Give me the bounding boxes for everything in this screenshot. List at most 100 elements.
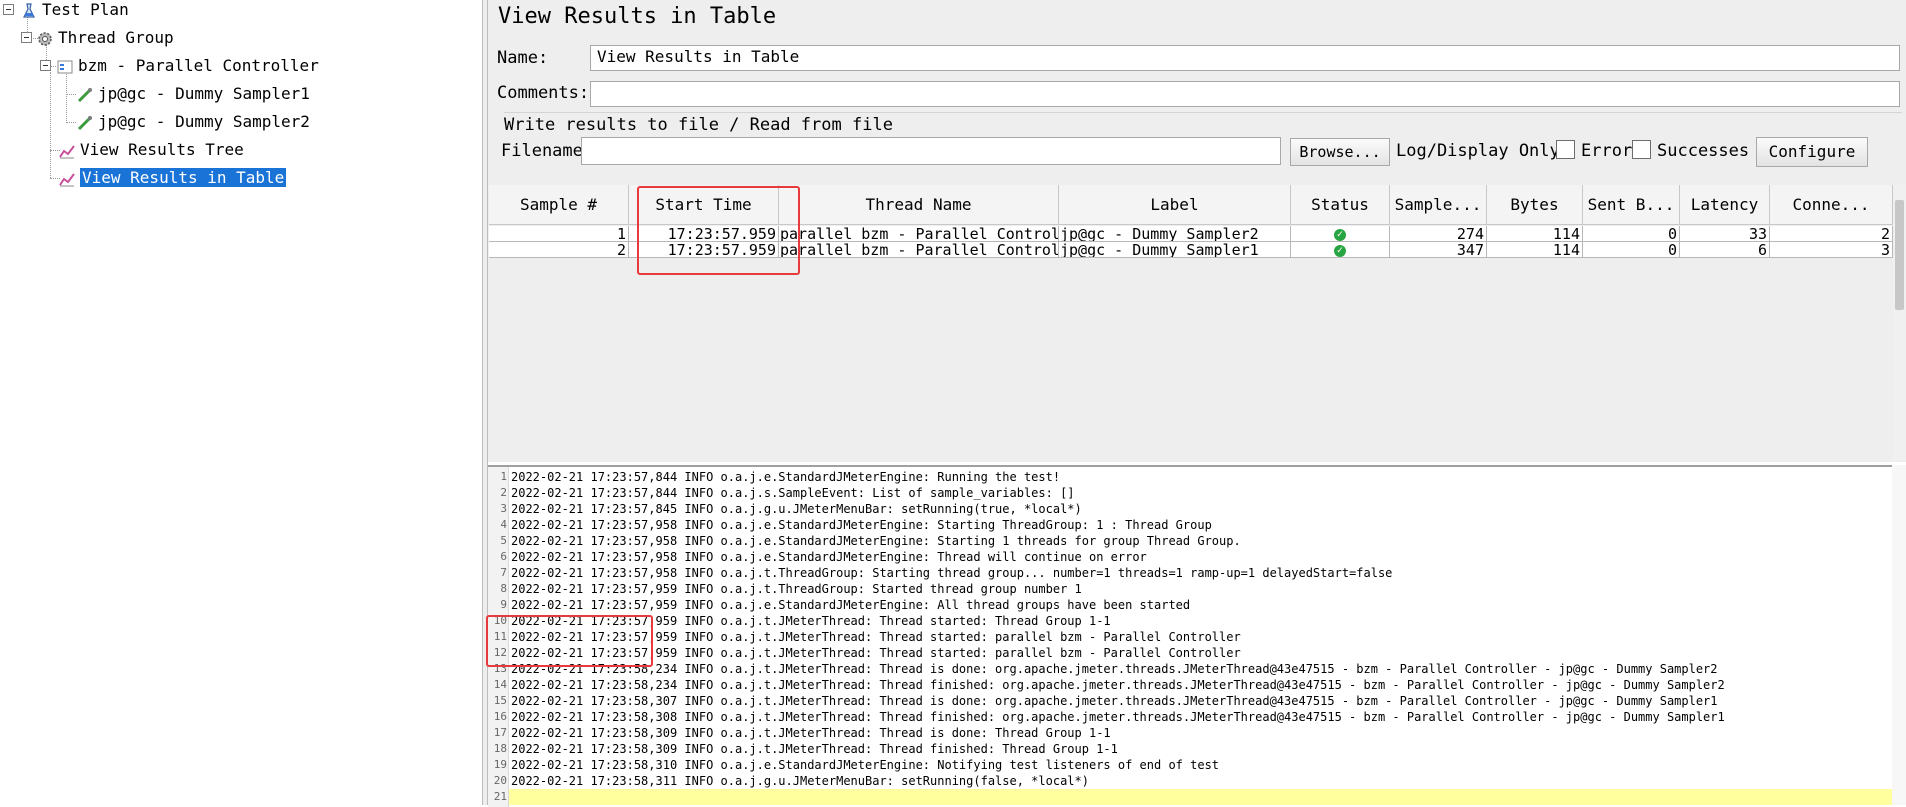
controller-icon xyxy=(56,58,74,76)
browse-button[interactable]: Browse... xyxy=(1290,138,1390,166)
cell-bytes: 114 xyxy=(1487,242,1583,258)
cell-sample-time: 274 xyxy=(1390,226,1487,242)
cell-thread-name: parallel bzm - Parallel Controller xyxy=(779,242,1059,258)
table-row[interactable]: 1 17:23:57.959 parallel bzm - Parallel C… xyxy=(489,226,1893,242)
line-number: 10 xyxy=(493,614,507,627)
log-scrollbar[interactable] xyxy=(1892,465,1906,805)
log-line: 2022-02-21 17:23:57,844 INFO o.a.j.e.Sta… xyxy=(511,470,1061,484)
chart-icon xyxy=(58,170,76,188)
log-line: 2022-02-21 17:23:58,309 INFO o.a.j.t.JMe… xyxy=(511,726,1111,740)
column-header-sent-bytes[interactable]: Sent B... xyxy=(1583,185,1680,225)
column-header-label[interactable]: Label xyxy=(1059,185,1291,225)
line-number: 18 xyxy=(493,742,507,755)
current-line-highlight xyxy=(509,789,1892,805)
column-header-connect-time[interactable]: Conne... xyxy=(1770,185,1893,225)
line-number: 17 xyxy=(493,726,507,739)
cell-label: jp@gc - Dummy Sampler1 xyxy=(1059,242,1291,258)
tree-item-label: Test Plan xyxy=(42,0,129,19)
tree-item-dummy-sampler2[interactable]: jp@gc - Dummy Sampler2 xyxy=(76,109,310,135)
success-check-icon: ✓ xyxy=(1334,244,1346,257)
log-line: 2022-02-21 17:23:58,309 INFO o.a.j.t.JMe… xyxy=(511,742,1118,756)
cell-latency: 33 xyxy=(1680,226,1770,242)
cell-sample-number: 2 xyxy=(489,242,629,258)
tree-item-test-plan[interactable]: Test Plan xyxy=(20,0,129,23)
line-number: 16 xyxy=(493,710,507,723)
line-number: 9 xyxy=(500,598,507,611)
log-line: 2022-02-21 17:23:58,310 INFO o.a.j.e.Sta… xyxy=(511,758,1220,772)
line-number: 19 xyxy=(493,758,507,771)
cell-sent-bytes: 0 xyxy=(1583,242,1680,258)
tree-item-dummy-sampler1[interactable]: jp@gc - Dummy Sampler1 xyxy=(76,81,310,107)
tree-item-parallel-controller[interactable]: bzm - Parallel Controller xyxy=(56,53,319,79)
log-line: 2022-02-21 17:23:58,307 INFO o.a.j.t.JMe… xyxy=(511,694,1718,708)
log-display-only-label: Log/Display Only: xyxy=(1396,141,1570,161)
log-line: 2022-02-21 17:23:57,959 INFO o.a.j.e.Sta… xyxy=(511,598,1191,612)
log-line: 2022-02-21 17:23:58,311 INFO o.a.j.g.u.J… xyxy=(511,774,1089,788)
table-scrollbar-thumb[interactable] xyxy=(1895,200,1904,310)
log-line: 2022-02-21 17:23:57,959 INFO o.a.j.t.JMe… xyxy=(511,630,1241,644)
test-plan-tree[interactable]: Test Plan Thread Group bzm - Parallel Co… xyxy=(0,0,482,805)
log-line: 2022-02-21 17:23:57,959 INFO o.a.j.t.Thr… xyxy=(511,582,1082,596)
tree-item-view-results-tree[interactable]: View Results Tree xyxy=(58,137,244,163)
log-line: 2022-02-21 17:23:57,844 INFO o.a.j.s.Sam… xyxy=(511,486,1075,500)
line-number-gutter: 1 2 3 4 5 6 7 8 9 10 11 12 13 14 15 16 17 18 19 20 21 xyxy=(488,467,509,807)
cell-thread-name: parallel bzm - Parallel Controller xyxy=(779,226,1059,242)
comments-field[interactable] xyxy=(590,81,1900,107)
log-line: 2022-02-21 17:23:57,845 INFO o.a.j.g.u.J… xyxy=(511,502,1082,516)
tree-item-view-results-in-table[interactable]: View Results in Table xyxy=(58,165,287,191)
log-line: 2022-02-21 17:23:57,958 INFO o.a.j.e.Sta… xyxy=(511,534,1241,548)
file-group-title: Write results to file / Read from file xyxy=(504,115,893,135)
cell-connect-time: 2 xyxy=(1770,226,1893,242)
results-table[interactable]: Sample # Start Time Thread Name Label St… xyxy=(489,185,1893,460)
log-viewer[interactable]: 1 2 3 4 5 6 7 8 9 10 11 12 13 14 15 16 17 18 19 20 21 2022-0… xyxy=(488,465,1892,807)
name-label: Name: xyxy=(497,48,549,68)
test-plan-icon xyxy=(20,2,38,20)
tree-item-thread-group[interactable]: Thread Group xyxy=(36,25,174,51)
log-line: 2022-02-21 17:23:58,234 INFO o.a.j.t.JMe… xyxy=(511,678,1725,692)
collapse-toggle[interactable] xyxy=(40,60,51,71)
success-check-icon: ✓ xyxy=(1334,228,1346,241)
column-header-status[interactable]: Status xyxy=(1291,185,1390,225)
cell-label: jp@gc - Dummy Sampler2 xyxy=(1059,226,1291,242)
column-header-sample-number[interactable]: Sample # xyxy=(489,185,629,225)
cell-status: ✓ xyxy=(1291,226,1390,242)
errors-checkbox[interactable] xyxy=(1556,140,1575,159)
filename-field[interactable] xyxy=(581,137,1281,165)
line-number: 8 xyxy=(500,582,507,595)
log-line: 2022-02-21 17:23:58,308 INFO o.a.j.t.JMe… xyxy=(511,710,1725,724)
line-number: 7 xyxy=(500,566,507,579)
tree-item-label: Thread Group xyxy=(58,28,174,47)
successes-checkbox[interactable] xyxy=(1632,140,1651,159)
cell-start-time: 17:23:57.959 xyxy=(629,242,779,258)
log-line: 2022-02-21 17:23:57,958 INFO o.a.j.e.Sta… xyxy=(511,518,1212,532)
column-header-latency[interactable]: Latency xyxy=(1680,185,1770,225)
column-header-sample-time[interactable]: Sample... xyxy=(1390,185,1487,225)
column-header-start-time[interactable]: Start Time xyxy=(629,185,779,225)
chart-icon xyxy=(58,142,76,160)
line-number: 1 xyxy=(500,470,507,483)
line-number: 2 xyxy=(500,486,507,499)
line-number: 5 xyxy=(500,534,507,547)
line-number: 13 xyxy=(493,662,507,675)
successes-label: Successes xyxy=(1657,141,1750,161)
cell-connect-time: 3 xyxy=(1770,242,1893,258)
log-line: 2022-02-21 17:23:58,234 INFO o.a.j.t.JMe… xyxy=(511,662,1718,676)
log-line: 2022-02-21 17:23:57,959 INFO o.a.j.t.JMe… xyxy=(511,614,1111,628)
line-number: 21 xyxy=(493,790,507,803)
line-number: 12 xyxy=(493,646,507,659)
line-number: 14 xyxy=(493,678,507,691)
collapse-toggle[interactable] xyxy=(21,32,32,43)
sampler-icon xyxy=(76,86,94,104)
column-header-thread-name[interactable]: Thread Name xyxy=(779,185,1059,225)
file-options-group: Write results to file / Read from file F… xyxy=(501,112,1902,171)
cell-latency: 6 xyxy=(1680,242,1770,258)
log-line: 2022-02-21 17:23:57,958 INFO o.a.j.e.Sta… xyxy=(511,550,1147,564)
table-row[interactable]: 2 17:23:57.959 parallel bzm - Parallel C… xyxy=(489,242,1893,258)
line-number: 3 xyxy=(500,502,507,515)
line-number: 20 xyxy=(493,774,507,787)
configure-button[interactable]: Configure xyxy=(1756,137,1868,167)
column-header-bytes[interactable]: Bytes xyxy=(1487,185,1583,225)
filename-label: Filename xyxy=(501,141,583,161)
name-field[interactable]: View Results in Table xyxy=(590,45,1900,71)
collapse-toggle[interactable] xyxy=(3,4,14,15)
